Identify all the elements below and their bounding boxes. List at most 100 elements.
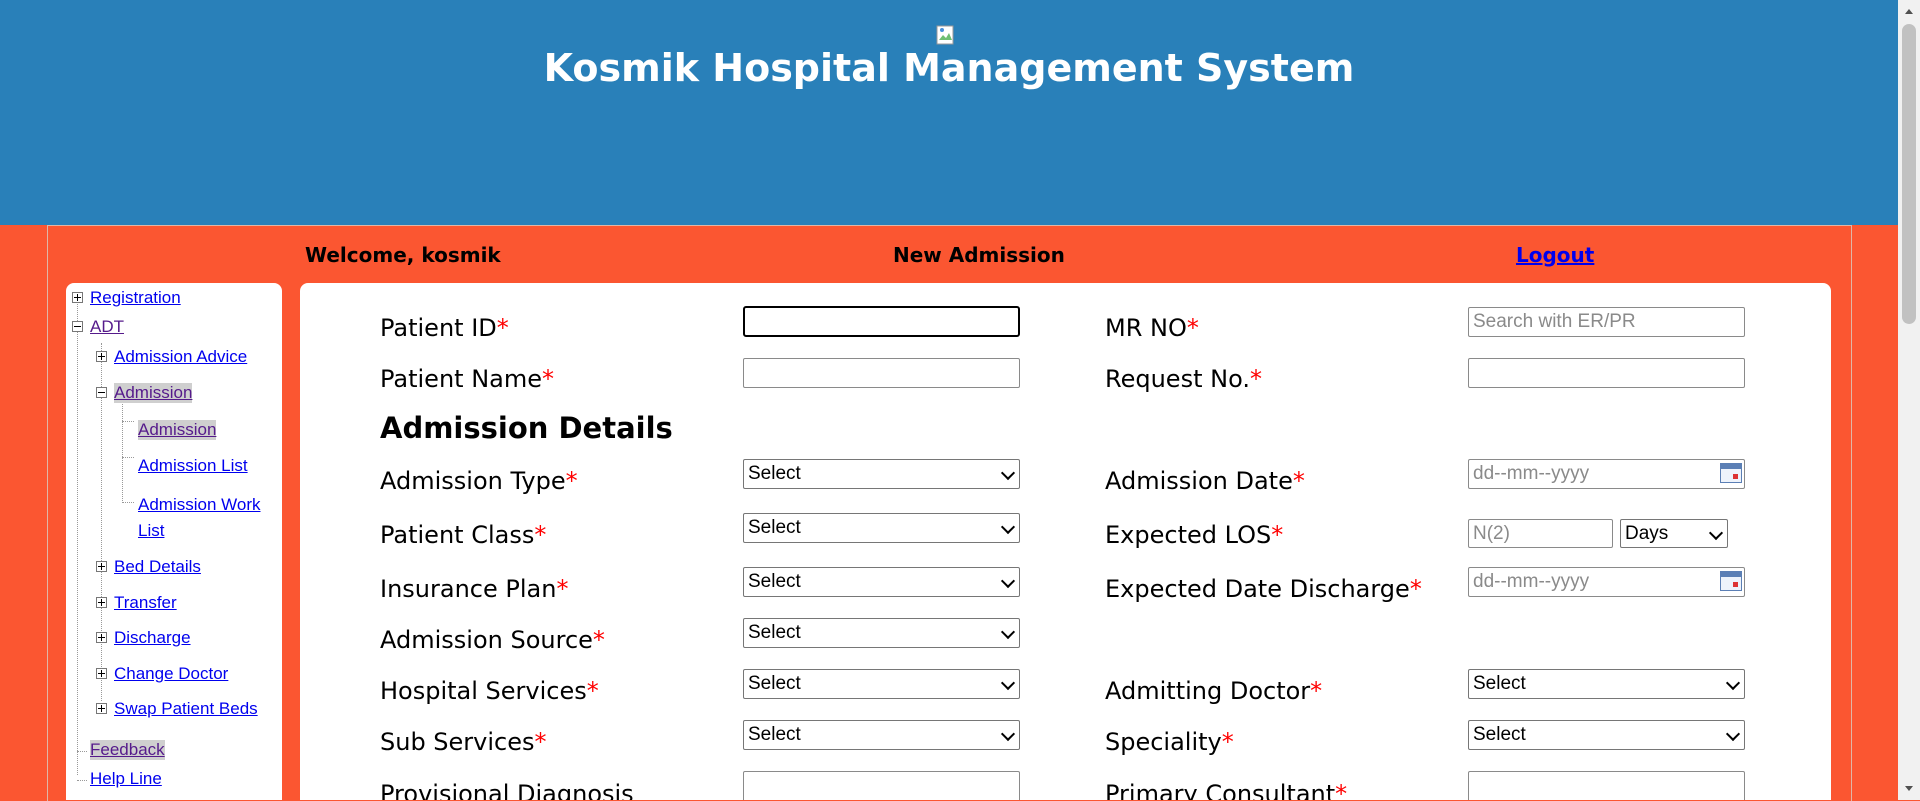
- expand-icon[interactable]: [96, 597, 107, 608]
- admission-date-input[interactable]: [1468, 459, 1745, 489]
- sidebar-item-label: Admission Work: [138, 495, 261, 514]
- required-marker: *: [556, 575, 569, 603]
- request-no-label: Request No.*: [1105, 365, 1262, 393]
- scroll-down-arrow-icon[interactable]: [1898, 778, 1920, 800]
- select-value: Select: [748, 724, 801, 745]
- sidebar-item-admission-list[interactable]: Admission List: [138, 456, 248, 476]
- sub-services-label: Sub Services*: [380, 728, 547, 756]
- patient-name-input[interactable]: [743, 358, 1020, 388]
- chevron-down-icon: [1000, 519, 1016, 535]
- expand-icon[interactable]: [96, 561, 107, 572]
- label-text: Provisional Diagnosis: [380, 780, 634, 800]
- select-value: Select: [1473, 724, 1526, 745]
- hospital-services-select[interactable]: Select: [743, 669, 1020, 699]
- sidebar-item-adt[interactable]: ADT: [90, 317, 124, 337]
- sidebar-item-registration[interactable]: Registration: [90, 288, 181, 308]
- admission-source-label: Admission Source*: [380, 626, 605, 654]
- expected-los-unit-select[interactable]: Days: [1620, 519, 1728, 548]
- required-marker: *: [1221, 728, 1234, 756]
- chevron-down-icon: [1000, 624, 1016, 640]
- mr-no-label: MR NO*: [1105, 314, 1199, 342]
- collapse-icon[interactable]: [72, 321, 83, 332]
- sidebar-item-swap-patient-beds[interactable]: Swap Patient Beds: [114, 699, 258, 719]
- chevron-down-icon: [1000, 465, 1016, 481]
- expand-icon[interactable]: [96, 351, 107, 362]
- chevron-down-icon: [1000, 726, 1016, 742]
- provisional-diagnosis-input[interactable]: [743, 771, 1020, 800]
- expand-icon[interactable]: [96, 703, 107, 714]
- required-marker: *: [1186, 314, 1199, 342]
- expand-icon[interactable]: [96, 668, 107, 679]
- speciality-label: Speciality*: [1105, 728, 1234, 756]
- calendar-icon[interactable]: [1720, 571, 1742, 591]
- page-heading: New Admission: [893, 243, 1065, 267]
- sidebar-item-feedback[interactable]: Feedback: [90, 740, 165, 760]
- admission-source-select[interactable]: Select: [743, 618, 1020, 648]
- select-value: Select: [748, 622, 801, 643]
- admitting-doctor-select[interactable]: Select: [1468, 669, 1745, 699]
- admitting-doctor-label: Admitting Doctor*: [1105, 677, 1322, 705]
- sidebar-item-admission-work-list[interactable]: Admission Work List: [138, 492, 261, 544]
- label-text: Speciality: [1105, 728, 1222, 756]
- admission-date-label: Admission Date*: [1105, 467, 1305, 495]
- select-value: Select: [748, 463, 801, 484]
- tree-line: [122, 457, 134, 458]
- sidebar-item-discharge[interactable]: Discharge: [114, 628, 191, 648]
- tree-line: [122, 502, 134, 503]
- label-text: Request No.: [1105, 365, 1250, 393]
- required-marker: *: [1335, 780, 1348, 800]
- hospital-services-label: Hospital Services*: [380, 677, 599, 705]
- sidebar-item-bed-details[interactable]: Bed Details: [114, 557, 201, 577]
- scroll-thumb[interactable]: [1902, 24, 1916, 324]
- mr-no-search-input[interactable]: [1468, 307, 1745, 337]
- patient-class-select[interactable]: Select: [743, 513, 1020, 543]
- primary-consultant-label: Primary Consultant*: [1105, 780, 1347, 800]
- label-text: Primary Consultant: [1105, 780, 1336, 800]
- required-marker: *: [534, 521, 547, 549]
- expected-los-input[interactable]: [1468, 519, 1613, 548]
- speciality-select[interactable]: Select: [1468, 720, 1745, 750]
- sidebar-item-help-line[interactable]: Help Line: [90, 769, 162, 789]
- logout-link[interactable]: Logout: [1516, 243, 1594, 267]
- request-no-input[interactable]: [1468, 358, 1745, 388]
- label-text: Patient Name: [380, 365, 542, 393]
- admission-type-label: Admission Type*: [380, 467, 578, 495]
- required-marker: *: [586, 677, 599, 705]
- chevron-down-icon: [1725, 675, 1741, 691]
- expected-date-discharge-input[interactable]: [1468, 567, 1745, 597]
- chevron-down-icon: [1708, 525, 1724, 541]
- admission-form: Patient ID* MR NO* Patient Name* Request…: [300, 283, 1831, 800]
- sidebar-item-transfer[interactable]: Transfer: [114, 593, 177, 613]
- label-text: Admission Source: [380, 626, 593, 654]
- label-text: Hospital Services: [380, 677, 587, 705]
- sidebar-item-admission-advice[interactable]: Admission Advice: [114, 347, 247, 367]
- sidebar-item-admission[interactable]: Admission: [114, 383, 193, 403]
- label-text: MR NO: [1105, 314, 1187, 342]
- vertical-scrollbar[interactable]: [1898, 0, 1920, 800]
- admission-type-select[interactable]: Select: [743, 459, 1020, 489]
- expand-icon[interactable]: [72, 292, 83, 303]
- sidebar-item-label: List: [138, 521, 165, 540]
- expected-date-discharge-label: Expected Date Discharge*: [1105, 575, 1422, 603]
- primary-consultant-input[interactable]: [1468, 771, 1745, 800]
- sidebar-item-change-doctor[interactable]: Change Doctor: [114, 664, 228, 684]
- insurance-plan-select[interactable]: Select: [743, 567, 1020, 597]
- sub-services-select[interactable]: Select: [743, 720, 1020, 750]
- tree-line: [122, 421, 134, 422]
- chevron-down-icon: [1000, 573, 1016, 589]
- select-value: Select: [748, 571, 801, 592]
- welcome-text: Welcome, kosmik: [305, 243, 501, 267]
- expand-icon[interactable]: [96, 632, 107, 643]
- calendar-icon[interactable]: [1720, 463, 1742, 483]
- collapse-icon[interactable]: [96, 387, 107, 398]
- scroll-up-arrow-icon[interactable]: [1898, 0, 1920, 22]
- select-value: Select: [1473, 673, 1526, 694]
- section-title: Admission Details: [380, 411, 673, 445]
- admission-date-picker: [1468, 459, 1745, 489]
- required-marker: *: [565, 467, 578, 495]
- required-marker: *: [534, 728, 547, 756]
- sidebar-item-admission-sub[interactable]: Admission: [138, 420, 217, 440]
- header-banner: Kosmik Hospital Management System: [0, 0, 1898, 225]
- required-marker: *: [1310, 677, 1323, 705]
- patient-id-input[interactable]: [743, 306, 1020, 337]
